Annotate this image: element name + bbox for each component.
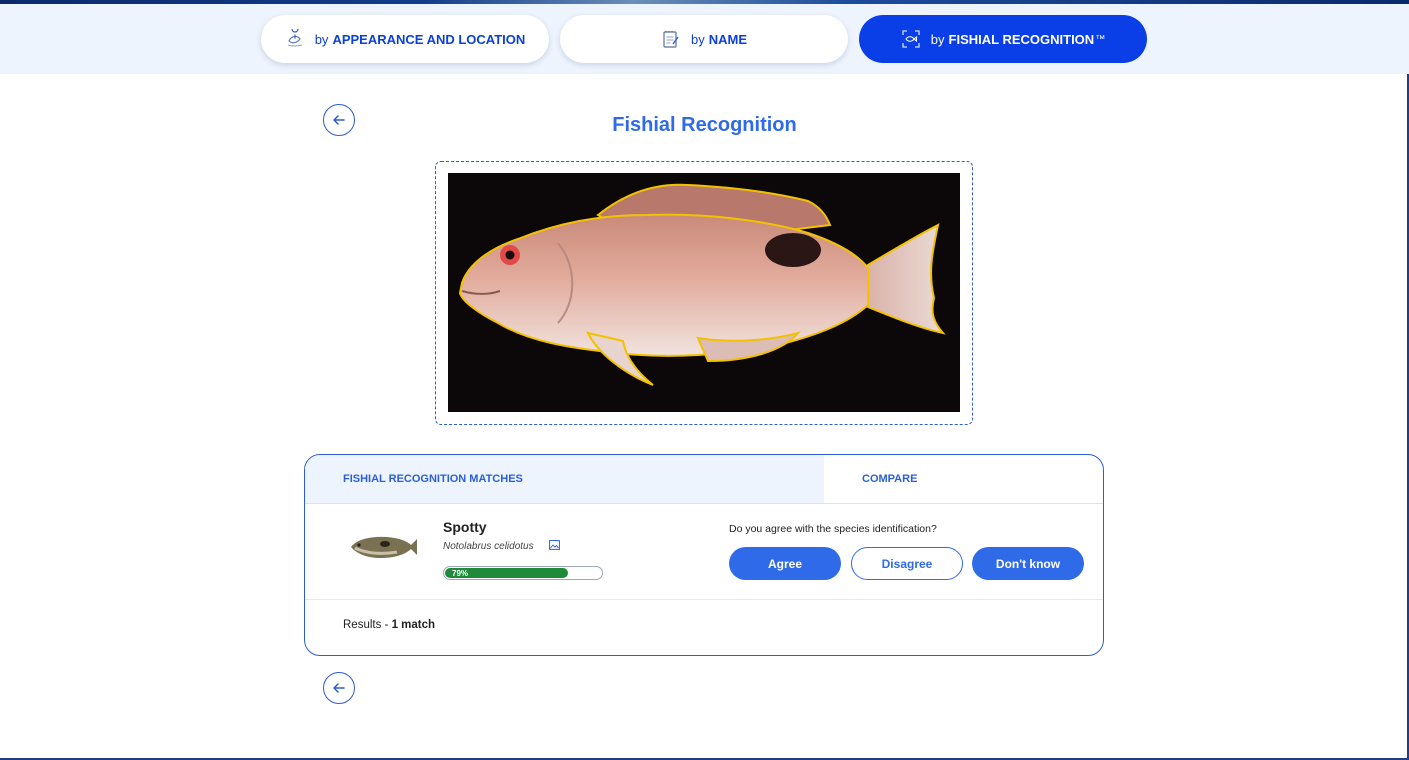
trademark-symbol: ™	[1095, 33, 1106, 45]
agree-button[interactable]: Agree	[729, 547, 841, 580]
back-button-bottom[interactable]	[323, 672, 355, 704]
tab-prefix: by	[314, 31, 329, 47]
results-tabs: FISHIAL RECOGNITION MATCHES COMPARE	[305, 455, 1103, 504]
results-count: 1 match	[391, 619, 436, 631]
tab-appearance-location[interactable]: by APPEARANCE AND LOCATION	[261, 15, 549, 63]
match-row: Spotty Notolabrus celidotus 79% Do you a…	[305, 503, 1103, 600]
fish-scan-icon	[902, 30, 920, 48]
image-icon[interactable]	[549, 540, 560, 550]
agreement-question: Do you agree with the species identifica…	[729, 523, 937, 535]
uploaded-photo-frame	[435, 161, 973, 425]
match-latin-name: Notolabrus celidotus	[443, 541, 534, 552]
results-summary: Results - 1 match	[343, 619, 435, 631]
tab-recognition-matches[interactable]: FISHIAL RECOGNITION MATCHES	[305, 455, 824, 503]
tab-compare[interactable]: COMPARE	[824, 455, 1103, 503]
tab-label: APPEARANCE AND LOCATION	[332, 31, 526, 47]
search-mode-tabs: by APPEARANCE AND LOCATION by NAME by FI…	[0, 4, 1409, 74]
confidence-label: 79%	[452, 569, 469, 578]
tab-prefix: by	[930, 31, 945, 47]
dont-know-button[interactable]: Don't know	[972, 547, 1084, 580]
tab-fishial-recognition[interactable]: by FISHIAL RECOGNITION ™	[859, 15, 1147, 63]
page-title: Fishial Recognition	[612, 114, 797, 136]
disagree-button[interactable]: Disagree	[851, 547, 963, 580]
recognition-results-panel: FISHIAL RECOGNITION MATCHES COMPARE Spot…	[304, 454, 1104, 656]
uploaded-fish-photo	[448, 173, 960, 412]
tab-label: FISHIAL RECOGNITION	[948, 31, 1095, 47]
confidence-bar: 79%	[443, 566, 603, 580]
tab-prefix: by	[690, 31, 705, 47]
confidence-bar-fill: 79%	[445, 568, 568, 578]
fish-location-icon	[287, 29, 302, 47]
notepad-icon	[663, 31, 679, 48]
tab-name[interactable]: by NAME	[560, 15, 848, 63]
fish-photo-illustration	[448, 173, 960, 412]
tab-label: NAME	[708, 31, 747, 47]
arrow-left-icon	[333, 683, 345, 693]
results-prefix: Results -	[343, 619, 392, 631]
match-thumbnail[interactable]	[347, 529, 419, 565]
match-common-name[interactable]: Spotty	[443, 519, 487, 535]
